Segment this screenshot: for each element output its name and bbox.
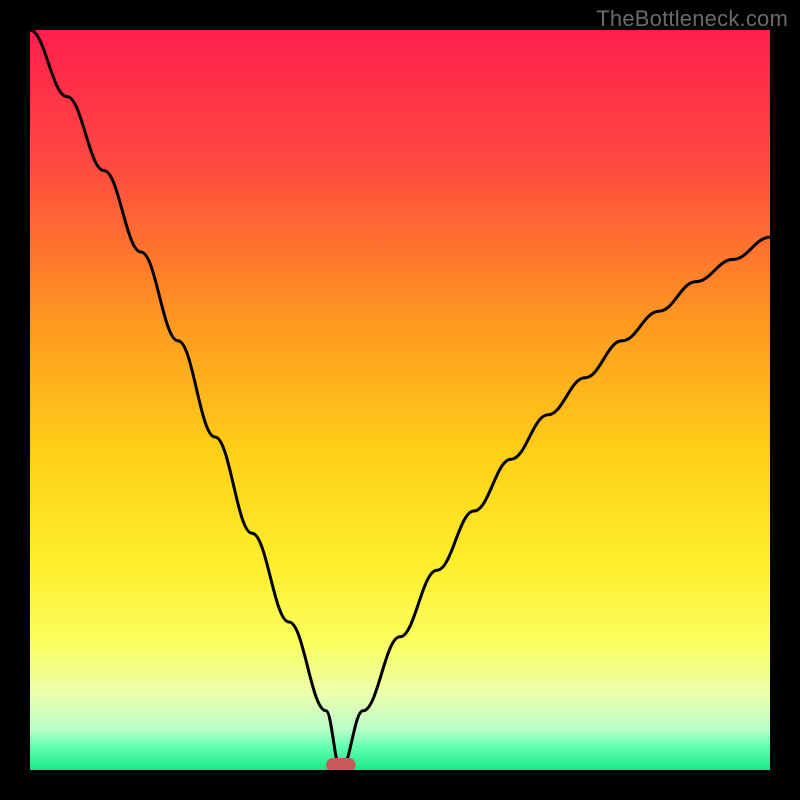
- outer-frame: TheBottleneck.com: [0, 0, 800, 800]
- chart-svg: [30, 30, 770, 770]
- watermark-text: TheBottleneck.com: [596, 6, 788, 32]
- gradient-background: [30, 30, 770, 770]
- minimum-marker: [326, 758, 356, 770]
- plot-area: [30, 30, 770, 770]
